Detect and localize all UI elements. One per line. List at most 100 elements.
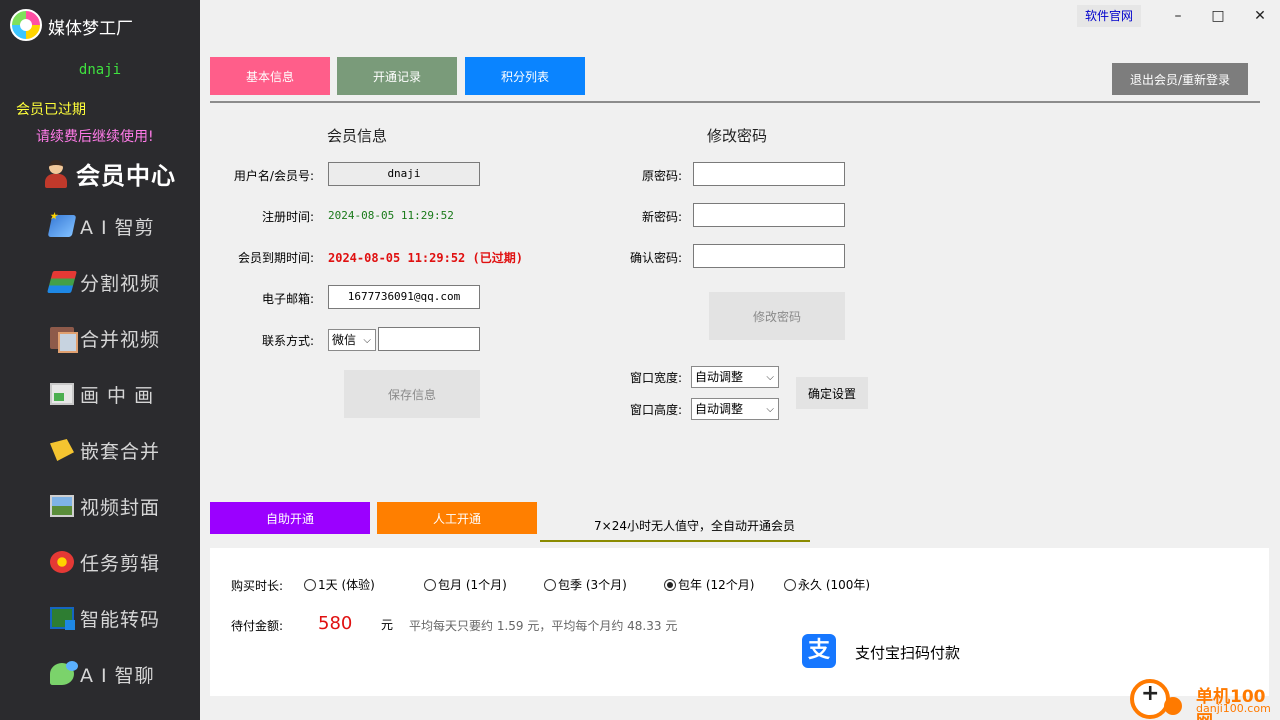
username-field[interactable]: dnaji (328, 162, 480, 186)
radio-label: 永久 (100年) (798, 578, 871, 592)
radio-label: 包季 (3个月) (558, 578, 627, 592)
radio-icon (424, 578, 436, 591)
task-edit-icon (50, 551, 74, 573)
window-width-select[interactable]: 自动调整 ⌵ (691, 366, 779, 388)
window-height-value: 自动调整 (695, 402, 744, 416)
old-password-label: 原密码: (641, 169, 682, 183)
tab-basic-info[interactable]: 基本信息 (210, 57, 330, 95)
amount-label: 待付金额: (231, 619, 284, 633)
membership-expired-text: 会员已过期 (16, 102, 86, 118)
logout-relogin-button[interactable]: 退出会员/重新登录 (1112, 63, 1248, 95)
confirm-password-label: 确认密码: (629, 251, 682, 265)
radio-icon (784, 578, 796, 591)
sidebar-item-label: 分割视频 (80, 272, 161, 295)
expire-time-value: 2024-08-05 11:29:52 (已过期) (328, 251, 523, 265)
close-button[interactable]: ✕ (1240, 4, 1280, 28)
radio-checked-icon (664, 578, 676, 591)
new-password-field[interactable] (693, 203, 845, 227)
sidebar-item-label: A I 智聊 (80, 664, 155, 687)
radio-quarterly[interactable]: 包季 (3个月) (544, 576, 627, 593)
auto-activation-note: 7×24小时无人值守，全自动开通会员 (594, 519, 795, 533)
radio-yearly[interactable]: 包年 (12个月) (664, 576, 754, 593)
apply-settings-button[interactable]: 确定设置 (796, 377, 868, 409)
radio-monthly[interactable]: 包月 (1个月) (424, 576, 507, 593)
sidebar-item-label: 嵌套合并 (80, 440, 161, 463)
sidebar-item-smart-transcode[interactable]: 智能转码 (50, 603, 160, 633)
expire-time-label: 会员到期时间: (237, 251, 314, 265)
tab-manual-activation[interactable]: 人工开通 (377, 502, 537, 534)
chevron-down-icon: ⌵ (363, 335, 371, 346)
merge-video-icon (50, 327, 78, 353)
app-title: 媒体梦工厂 (48, 19, 133, 39)
window-height-select[interactable]: 自动调整 ⌵ (691, 398, 779, 420)
smart-transcode-icon (50, 607, 75, 630)
sidebar-item-picture-in-picture[interactable]: 画 中 画 (50, 379, 154, 409)
save-info-button[interactable]: 保存信息 (344, 370, 480, 418)
sidebar-item-nested-merge[interactable]: 嵌套合并 (50, 435, 160, 465)
maximize-button[interactable]: □ (1198, 4, 1238, 28)
sidebar-item-label: 视频封面 (80, 496, 161, 519)
contact-type-value: 微信 (332, 333, 357, 347)
tab-activation-record[interactable]: 开通记录 (337, 57, 457, 95)
sidebar-item-label: 智能转码 (80, 608, 161, 631)
confirm-password-field[interactable] (693, 244, 845, 268)
currency-unit: 元 (381, 618, 394, 632)
sidebar-item-task-edit[interactable]: 任务剪辑 (50, 547, 160, 577)
register-time-value: 2024-08-05 11:29:52 (328, 209, 454, 222)
sidebar-item-merge-video[interactable]: 合并视频 (50, 323, 160, 353)
chevron-down-icon: ⌵ (766, 404, 774, 415)
contact-label: 联系方式: (261, 334, 314, 348)
official-site-button[interactable]: 软件官网 (1077, 5, 1141, 27)
tab-points-list[interactable]: 积分列表 (465, 57, 585, 95)
nested-merge-icon (50, 439, 74, 461)
radio-1-day[interactable]: 1天 (体验) (304, 576, 375, 593)
radio-label: 包年 (12个月) (678, 578, 755, 592)
new-password-label: 新密码: (641, 210, 682, 224)
member-info-title: 会员信息 (327, 127, 388, 145)
register-time-label: 注册时间: (261, 210, 314, 224)
tab-self-activation[interactable]: 自助开通 (210, 502, 370, 534)
watermark-logo-icon (1130, 679, 1182, 719)
email-field[interactable]: 1677736091@qq.com (328, 285, 480, 309)
sidebar-item-ai-chat[interactable]: A I 智聊 (50, 659, 155, 689)
minimize-button[interactable]: – (1158, 4, 1198, 28)
contact-type-select[interactable]: 微信 ⌵ (328, 329, 376, 351)
radio-icon (304, 578, 316, 591)
sidebar-item-label: 画 中 画 (80, 384, 155, 407)
divider (540, 540, 810, 542)
renew-notice: 请续费后继续使用! (36, 129, 154, 145)
window-height-label: 窗口高度: (629, 403, 682, 417)
alipay-pay-button[interactable]: 支付宝扫码付款 (855, 642, 960, 663)
divider (210, 101, 1260, 103)
window-width-value: 自动调整 (695, 370, 744, 384)
sidebar-item-ai-edit[interactable]: A I 智剪 (47, 211, 155, 241)
change-password-button[interactable]: 修改密码 (709, 292, 845, 340)
member-center-label: 会员中心 (76, 160, 176, 190)
duration-label: 购买时长: (231, 579, 284, 593)
watermark-url: danji100.com (1196, 702, 1271, 715)
sidebar-item-split-video[interactable]: 分割视频 (47, 267, 161, 297)
change-password-title: 修改密码 (707, 127, 768, 145)
split-video-icon (47, 271, 77, 293)
radio-permanent[interactable]: 永久 (100年) (784, 576, 870, 593)
radio-label: 包月 (1个月) (438, 578, 507, 592)
ai-chat-icon (50, 661, 78, 685)
email-label: 电子邮箱: (261, 292, 314, 306)
sidebar-item-video-cover[interactable]: 视频封面 (50, 491, 160, 521)
purchase-panel (210, 548, 1269, 696)
average-price-note: 平均每天只要约 1.59 元，平均每个月约 48.33 元 (409, 619, 678, 633)
sidebar-item-label: 合并视频 (80, 328, 161, 351)
app-logo-icon (10, 9, 42, 41)
member-avatar-icon (42, 158, 70, 188)
chevron-down-icon: ⌵ (766, 372, 774, 383)
username-label: 用户名/会员号: (233, 169, 314, 183)
ai-edit-icon (47, 215, 77, 237)
picture-in-picture-icon (50, 383, 74, 405)
sidebar-item-label: A I 智剪 (80, 216, 155, 239)
member-center-button[interactable]: 会员中心 (42, 156, 182, 190)
sidebar-item-label: 任务剪辑 (80, 552, 161, 575)
contact-field[interactable] (378, 327, 480, 351)
video-cover-icon (50, 495, 74, 517)
alipay-icon[interactable]: 支 (802, 634, 836, 668)
old-password-field[interactable] (693, 162, 845, 186)
